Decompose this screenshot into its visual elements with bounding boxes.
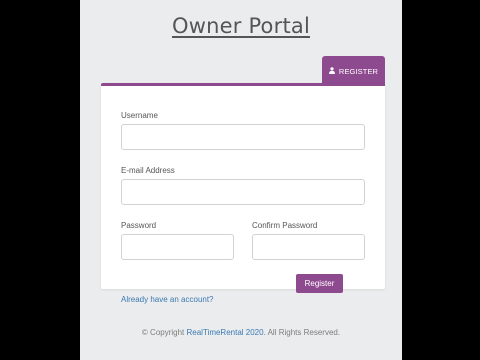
footer-copyright: © Copyright RealTimeRental 2020. All Rig… (80, 328, 402, 337)
register-form-card: Username E-mail Address Password Confirm… (101, 83, 385, 304)
page-title: Owner Portal (172, 14, 310, 38)
register-tab[interactable]: REGISTER (322, 56, 385, 86)
footer-suffix: All Rights Reserved. (265, 328, 341, 337)
footer-prefix: © Copyright (141, 328, 187, 337)
confirm-password-label: Confirm Password (252, 221, 318, 230)
confirm-password-field[interactable] (252, 234, 365, 260)
page-container: Owner Portal REGISTER Username E-mail Ad… (80, 0, 402, 360)
password-field[interactable] (121, 234, 234, 260)
login-link[interactable]: Already have an account? (121, 295, 214, 304)
register-button[interactable]: Register (296, 274, 343, 293)
password-label: Password (121, 221, 157, 230)
email-label: E-mail Address (121, 166, 175, 175)
username-field[interactable] (121, 124, 365, 150)
footer-brand-link[interactable]: RealTimeRental 2020. (187, 328, 266, 337)
username-label: Username (121, 111, 158, 120)
user-icon (328, 66, 335, 76)
email-field[interactable] (121, 179, 365, 205)
register-tab-label: REGISTER (338, 66, 379, 76)
